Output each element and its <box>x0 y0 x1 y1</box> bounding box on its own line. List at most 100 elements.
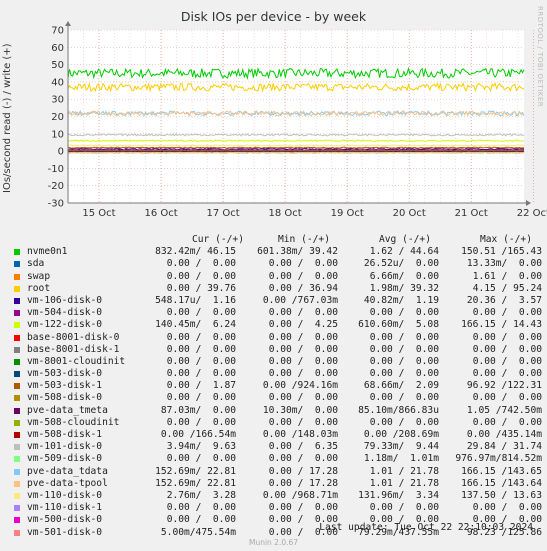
legend-row: pve-data_tdata 152.69m/ 22.81 0.00 / 17.28… <box>12 466 542 478</box>
legend-swatch <box>14 334 20 341</box>
legend-min: 0.00 / 6.35 <box>268 441 338 453</box>
legend-swatch <box>14 297 20 304</box>
x-tick-label: 22 Oct <box>517 208 547 219</box>
legend-avg: 0.00 / 0.00 <box>369 307 439 319</box>
legend-swatch <box>14 419 20 426</box>
legend-cur: 0.00 / 0.00 <box>166 270 236 282</box>
legend-row: root 0.00 / 39.76 0.00 / 36.94 1.98m/ 39.32… <box>12 283 542 295</box>
legend-row: base-8001-disk-0 0.00 / 0.00 0.00 / 0.00 0.… <box>12 332 542 344</box>
legend-avg: 0.00 / 0.00 <box>369 343 439 355</box>
legend-avg: 610.60m/ 5.08 <box>358 319 439 331</box>
legend-min: 0.00 /924.16m <box>262 380 338 392</box>
legend-min: 0.00 / 0.00 <box>268 392 338 404</box>
legend-avg: 0.00 / 0.00 <box>369 392 439 404</box>
legend-cur: 2.76m/ 3.28 <box>166 489 236 501</box>
legend-row: vm-106-disk-0 548.17u/ 1.16 0.00 /767.03m 4… <box>12 295 542 307</box>
legend-avg: 1.98m/ 39.32 <box>369 282 439 294</box>
legend-row: vm-508-cloudinit 0.00 / 0.00 0.00 / 0.00 0.… <box>12 417 542 429</box>
munin-footer: Munin 2.0.67 <box>248 538 299 547</box>
legend-swatch <box>14 322 20 329</box>
legend-max: 0.00 / 0.00 <box>472 368 542 380</box>
legend-row: vm-503-disk-1 0.00 / 1.87 0.00 /924.16m 68.… <box>12 380 542 392</box>
legend-cur: 0.00 / 1.87 <box>166 380 236 392</box>
legend-min: 0.00 /968.71m <box>262 489 338 501</box>
legend-swatch <box>14 517 20 524</box>
legend-max: 0.00 / 0.00 <box>472 355 542 367</box>
legend-swatch <box>14 432 20 438</box>
legend-name: base-8001-disk-1 <box>27 343 120 355</box>
legend-name: vm-504-disk-0 <box>27 307 103 319</box>
legend-max: 0.00 / 0.00 <box>472 343 542 355</box>
legend-swatch <box>14 407 20 414</box>
legend-avg: 0.00 / 0.00 <box>369 502 439 514</box>
legend-swatch <box>14 261 20 268</box>
legend-header-avg: Avg (-/+) <box>379 234 431 245</box>
legend-name: base-8001-disk-0 <box>27 331 120 343</box>
legend-max: 1.05 /742.50m <box>466 404 542 416</box>
legend-min: 0.00 /148.03m <box>262 429 338 440</box>
legend-avg: 1.01 / 21.78 <box>369 477 439 489</box>
x-tick-label: 16 Oct <box>144 208 177 219</box>
legend-name: vm-101-disk-0 <box>27 441 103 453</box>
legend-row: pve-data_tmeta 87.03m/ 0.00 10.30m/ 0.00 85… <box>12 405 542 417</box>
legend-swatch <box>14 358 20 365</box>
y-tick-label: -30 <box>48 199 64 210</box>
legend-name: vm-501-disk-0 <box>27 526 103 538</box>
legend-cur: 152.69m/ 22.81 <box>155 477 236 489</box>
legend-cur: 0.00 / 0.00 <box>166 368 236 380</box>
legend-max: 0.00 / 0.00 <box>472 416 542 428</box>
legend-min: 0.00 / 0.00 <box>268 368 338 380</box>
legend-min: 0.00 / 0.00 <box>268 355 338 367</box>
legend-avg: 0.00 / 0.00 <box>369 355 439 367</box>
legend-header: Cur (-/+) Min (-/+) Avg (-/+) Max (-/+) <box>12 234 542 246</box>
y-tick-label: -10 <box>48 164 64 175</box>
legend-row: sda 0.00 / 0.00 0.00 / 0.00 26.52u/ 0.00 13.… <box>12 258 542 270</box>
legend-swatch <box>14 492 20 499</box>
x-tick-label: 19 Oct <box>331 208 364 219</box>
legend-cur: 548.17u/ 1.16 <box>155 294 236 306</box>
legend-cur: 832.42m/ 46.15 <box>155 246 236 258</box>
x-tick-label: 15 Oct <box>82 208 115 219</box>
legend-avg: 6.66m/ 0.00 <box>369 270 439 282</box>
legend-max: 1.61 / 0.00 <box>472 270 542 282</box>
legend-avg: 0.00 / 0.00 <box>369 331 439 343</box>
legend-header-cur: Cur (-/+) <box>192 234 244 245</box>
legend-max: 13.33m/ 0.00 <box>466 258 542 270</box>
legend-min: 0.00 / 0.00 <box>268 270 338 282</box>
legend-name: vm-110-disk-0 <box>27 489 103 501</box>
legend-min: 0.00 /767.03m <box>262 294 338 306</box>
legend-name: vm-8001-cloudinit <box>27 355 126 367</box>
legend-max: 96.92 /122.31 <box>466 380 542 392</box>
legend-cur: 0.00 / 0.00 <box>166 355 236 367</box>
legend-name: sda <box>27 258 45 270</box>
legend-name: vm-509-disk-0 <box>27 453 103 465</box>
legend-avg: 40.82m/ 1.19 <box>363 294 439 306</box>
legend-name: vm-503-disk-0 <box>27 368 103 380</box>
legend-swatch <box>14 395 20 402</box>
legend-row: vm-110-disk-1 0.00 / 0.00 0.00 / 0.00 0.00 … <box>12 502 542 514</box>
y-tick-label: 0 <box>58 147 64 158</box>
legend-row: vm-122-disk-0 140.45m/ 6.24 0.00 / 4.25 610… <box>12 319 542 331</box>
legend-swatch <box>14 285 20 292</box>
legend-max: 4.15 / 95.24 <box>472 282 542 294</box>
legend-table: Cur (-/+) Min (-/+) Avg (-/+) Max (-/+) … <box>12 234 542 539</box>
legend-name: vm-122-disk-0 <box>27 319 103 331</box>
legend-max: 137.50 / 13.63 <box>461 489 542 501</box>
legend-avg: 26.52u/ 0.00 <box>363 258 439 270</box>
legend-swatch <box>14 346 20 353</box>
legend-row: nvme0n1 832.42m/ 46.15 601.38m/ 39.42 1.62 … <box>12 246 542 258</box>
legend-name: pve-data_tmeta <box>27 404 108 416</box>
x-tick-label: 21 Oct <box>455 208 488 219</box>
y-tick-label: -20 <box>48 181 64 192</box>
legend-cur: 140.45m/ 6.24 <box>155 319 236 331</box>
legend-min: 0.00 / 0.00 <box>268 258 338 270</box>
legend-avg: 79.33m/ 9.44 <box>363 441 439 453</box>
legend-max: 0.00 / 0.00 <box>472 331 542 343</box>
legend-min: 0.00 / 0.00 <box>268 453 338 465</box>
x-tick-label: 20 Oct <box>393 208 426 219</box>
legend-max: 0.00 / 0.00 <box>472 502 542 514</box>
legend-name: vm-106-disk-0 <box>27 294 103 306</box>
y-tick-label: 30 <box>51 95 64 106</box>
legend-avg: 0.00 / 0.00 <box>369 368 439 380</box>
legend-cur: 0.00 / 0.00 <box>166 343 236 355</box>
